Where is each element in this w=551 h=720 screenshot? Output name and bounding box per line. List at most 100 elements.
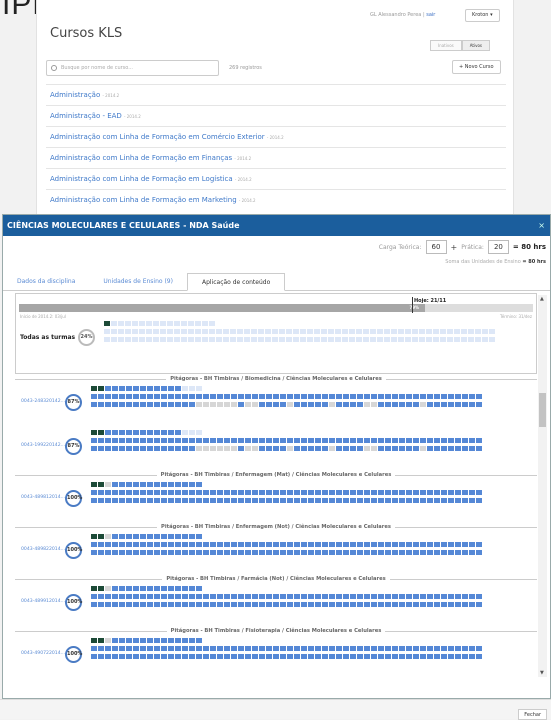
- lesson-cell: [161, 438, 167, 443]
- scroll-down-icon[interactable]: ▼: [540, 670, 544, 676]
- lesson-cell: [252, 654, 258, 659]
- lesson-cell: [119, 394, 125, 399]
- lesson-cell: [119, 646, 125, 651]
- lesson-cell: [476, 402, 482, 407]
- course-item[interactable]: Administração - 2014.2: [46, 84, 506, 105]
- lesson-cell: [217, 654, 223, 659]
- lesson-cell: [273, 654, 279, 659]
- lesson-cell: [238, 646, 244, 651]
- lesson-cell: [441, 446, 447, 451]
- lesson-cell: [441, 490, 447, 495]
- active-tab[interactable]: Ativos: [461, 40, 490, 51]
- course-item[interactable]: Administração com Linha de Formação em L…: [46, 168, 506, 189]
- lesson-cell: [357, 394, 363, 399]
- new-course-button[interactable]: + Novo Curso: [452, 60, 501, 74]
- class-code-link[interactable]: 0043-489812014...: [21, 495, 65, 500]
- lesson-cell: [175, 654, 181, 659]
- close-icon[interactable]: ×: [538, 215, 545, 236]
- lesson-cell: [126, 594, 132, 599]
- lesson-cell: [462, 550, 468, 555]
- lesson-cell: [413, 446, 419, 451]
- lesson-cell: [399, 402, 405, 407]
- class-code-link[interactable]: 0043-199220142...: [21, 443, 65, 448]
- lesson-cell: [104, 337, 110, 342]
- lesson-cell: [272, 337, 278, 342]
- lesson-cell: [202, 337, 208, 342]
- tab-dados[interactable]: Dados da disciplina: [3, 273, 89, 290]
- lesson-cell: [405, 337, 411, 342]
- lesson-cell: [147, 534, 153, 539]
- lesson-cell: [168, 542, 174, 547]
- lesson-cell: [91, 394, 97, 399]
- lesson-cell: [343, 654, 349, 659]
- inactive-tab[interactable]: Inativos: [430, 40, 462, 51]
- scroll-thumb[interactable]: [539, 393, 546, 427]
- scrollbar[interactable]: ▲ ▼: [538, 295, 547, 677]
- lesson-cell: [258, 329, 264, 334]
- lesson-cell: [469, 394, 475, 399]
- lesson-cell: [238, 490, 244, 495]
- lesson-cell: [126, 394, 132, 399]
- class-code-link[interactable]: 0043-489912014...: [21, 599, 65, 604]
- lesson-cell: [112, 602, 118, 607]
- lesson-cell: [301, 394, 307, 399]
- lesson-cell: [356, 329, 362, 334]
- sum-value: = 80 hrs: [522, 259, 546, 265]
- lesson-cell: [161, 654, 167, 659]
- lesson-cell: [91, 402, 97, 407]
- lesson-cell: [343, 602, 349, 607]
- lesson-cell: [441, 654, 447, 659]
- lesson-row: [91, 498, 482, 503]
- close-button[interactable]: Fechar: [518, 709, 547, 720]
- tab-aplicacao[interactable]: Aplicação de conteúdo: [186, 273, 286, 291]
- lesson-cell: [196, 438, 202, 443]
- tab-unidades[interactable]: Unidades de Ensino (9): [89, 273, 187, 290]
- lesson-cell: [406, 602, 412, 607]
- lesson-cell: [413, 594, 419, 599]
- lesson-cell: [175, 542, 181, 547]
- lesson-cell: [308, 550, 314, 555]
- lesson-cell: [399, 498, 405, 503]
- lesson-cell: [210, 438, 216, 443]
- lesson-cell: [112, 386, 118, 391]
- lesson-grid: [91, 430, 482, 451]
- lesson-cell: [427, 594, 433, 599]
- lesson-cell: [119, 602, 125, 607]
- lesson-cell: [279, 329, 285, 334]
- class-code-link[interactable]: 0043-490722014...: [21, 651, 65, 656]
- carga-teorica-input[interactable]: [425, 240, 447, 254]
- scroll-up-icon[interactable]: ▲: [540, 296, 544, 302]
- lesson-cell: [245, 542, 251, 547]
- class-percent: 87%: [65, 438, 82, 455]
- brand-dropdown-button[interactable]: Kroton ▾: [465, 9, 500, 22]
- lesson-cell: [189, 550, 195, 555]
- course-item[interactable]: Administração com Linha de Formação em C…: [46, 126, 506, 147]
- lesson-cell: [273, 646, 279, 651]
- lesson-cell: [406, 550, 412, 555]
- lesson-cell: [119, 638, 125, 643]
- lesson-cell: [322, 646, 328, 651]
- class-code-link[interactable]: 0043-248320142...: [21, 399, 65, 404]
- search-input[interactable]: Busque por nome de curso...: [46, 60, 219, 76]
- lesson-cell: [462, 646, 468, 651]
- lesson-cell: [357, 542, 363, 547]
- logout-link[interactable]: sair: [426, 12, 435, 18]
- lesson-cell: [189, 394, 195, 399]
- lesson-cell: [434, 490, 440, 495]
- lesson-cell: [105, 498, 111, 503]
- lesson-cell: [357, 654, 363, 659]
- course-item[interactable]: Administração com Linha de Formação em M…: [46, 189, 506, 210]
- lesson-cell: [280, 446, 286, 451]
- lesson-cell: [406, 498, 412, 503]
- pratica-input[interactable]: [487, 240, 509, 254]
- lesson-cell: [329, 394, 335, 399]
- course-item[interactable]: Administração com Linha de Formação em F…: [46, 147, 506, 168]
- lesson-cell: [420, 394, 426, 399]
- lesson-cell: [189, 482, 195, 487]
- class-code-link[interactable]: 0043-489822014...: [21, 547, 65, 552]
- lesson-cell: [371, 594, 377, 599]
- lesson-cell: [287, 542, 293, 547]
- course-item[interactable]: Administração - EAD - 2014.2: [46, 105, 506, 126]
- class-group: Pitágoras - BH Timbiras / Farmácia (Not)…: [15, 574, 537, 626]
- lesson-cell: [154, 482, 160, 487]
